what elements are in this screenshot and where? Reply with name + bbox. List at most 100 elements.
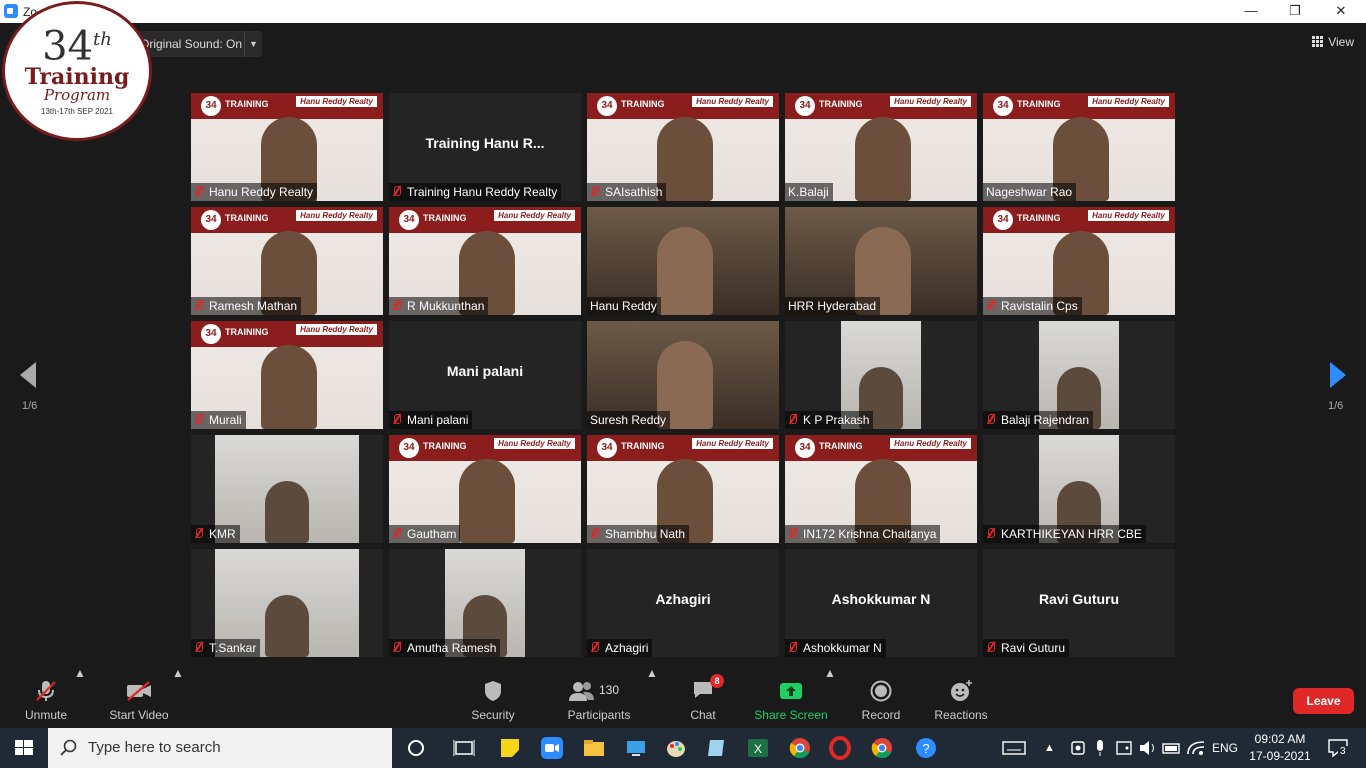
participant-tile[interactable]: Suresh Reddy [587,321,779,429]
participant-tile[interactable]: Hanu Reddy Realty SAIsathish [587,93,779,201]
zoom-app-icon [4,4,18,18]
participant-tile[interactable]: Ashokkumar N Ashokkumar N [785,549,977,657]
tile-brand: Hanu Reddy Realty [890,438,971,449]
chevron-down-icon[interactable]: ▼ [244,31,262,57]
participant-person [855,117,911,201]
taskbar-clock[interactable]: 09:02 AM 17-09-2021 [1245,731,1315,765]
file-explorer-icon[interactable] [582,736,606,760]
previous-page-arrow-icon[interactable] [18,360,38,390]
camera-tray-icon[interactable] [1066,736,1090,760]
participant-tile[interactable]: Hanu Reddy Realty Ramesh Mathan [191,207,383,315]
participant-tile[interactable]: Azhagiri Azhagiri [587,549,779,657]
participant-tile[interactable]: Hanu Reddy Realty Murali [191,321,383,429]
close-button[interactable]: ✕ [1318,1,1364,23]
participant-name: Shambhu Nath [605,527,686,541]
share-screen-button[interactable]: Share Screen [752,666,830,728]
participant-tile[interactable]: Hanu Reddy Realty R Mukkunthan [389,207,581,315]
show-hidden-icons-chevron-icon[interactable]: ▲ [1044,728,1055,768]
storage-tray-icon[interactable] [1112,736,1136,760]
participant-tile[interactable]: HRR Hyderabad [785,207,977,315]
paint-icon[interactable] [664,736,688,760]
participant-tile[interactable]: KMR [191,435,383,543]
sticky-notes-icon[interactable] [498,736,522,760]
cortana-icon[interactable] [404,736,428,760]
participant-name: Ravi Guturu [1001,641,1066,655]
participant-name: Balaji Rajendran [1001,413,1090,427]
desktop-app-icon[interactable] [624,736,648,760]
view-button[interactable]: View [1312,35,1354,49]
video-options-chevron-icon[interactable]: ▲ [172,666,184,728]
muted-mic-icon [194,528,203,539]
participant-tile[interactable]: Hanu Reddy Realty Ravistalin Cps [983,207,1175,315]
notification-count: 3 [1338,746,1348,757]
audio-options-chevron-icon[interactable]: ▲ [74,666,86,728]
participant-tile[interactable]: Hanu Reddy Realty Nageshwar Rao [983,93,1175,201]
help-icon[interactable]: ? [914,736,938,760]
participant-tile[interactable]: Hanu Reddy [587,207,779,315]
participant-name-label: KMR [191,525,240,543]
participant-tile[interactable]: Hanu Reddy Realty Hanu Reddy Realty [191,93,383,201]
muted-mic-icon [788,414,797,425]
zoom-taskbar-icon[interactable] [540,736,564,760]
participant-name: Suresh Reddy [590,413,667,427]
participant-tile[interactable]: Hanu Reddy Realty Gautham [389,435,581,543]
wifi-icon[interactable] [1184,736,1208,760]
participant-tile[interactable]: Hanu Reddy Realty K.Balaji [785,93,977,201]
leave-button[interactable]: Leave [1293,688,1354,714]
action-center-button[interactable]: 3 [1326,736,1350,760]
participant-tile[interactable]: Mani palani Mani palani [389,321,581,429]
unmute-button[interactable]: Unmute [14,666,78,728]
participant-display-name: Ashokkumar N [831,591,931,607]
participant-tile[interactable]: KARTHIKEYAN HRR CBE [983,435,1175,543]
notes-app-icon[interactable] [704,736,728,760]
start-video-button[interactable]: Start Video [104,666,174,728]
language-indicator[interactable]: ENG [1212,728,1238,768]
participant-tile[interactable]: T.Sankar [191,549,383,657]
shield-icon [485,681,501,701]
participant-name-label: Shambhu Nath [587,525,690,543]
participant-name-label: Azhagiri [587,639,653,657]
participant-display-name: Mani palani [446,363,524,379]
chat-button[interactable]: 8 Chat [684,666,724,728]
battery-icon[interactable] [1160,736,1184,760]
participant-tile[interactable]: K P Prakash [785,321,977,429]
share-chevron-icon[interactable]: ▲ [824,666,836,728]
participants-chevron-icon[interactable]: ▲ [646,666,658,728]
participant-tile[interactable]: Balaji Rajendran [983,321,1175,429]
clock-date: 17-09-2021 [1249,749,1311,763]
tile-brand: Hanu Reddy Realty [1088,96,1169,107]
microphone-tray-icon[interactable] [1088,736,1112,760]
participant-name: Murali [209,413,242,427]
maximize-button[interactable]: ❐ [1272,1,1318,23]
reactions-button[interactable]: Reactions [930,666,992,728]
participant-tile[interactable]: Hanu Reddy Realty Shambhu Nath [587,435,779,543]
security-button[interactable]: Security [464,666,522,728]
opera-icon[interactable] [828,736,852,760]
record-label: Record [861,708,901,722]
record-button[interactable]: Record [856,666,906,728]
svg-text:X: X [754,742,762,756]
windows-start-icon[interactable] [0,728,48,768]
volume-icon[interactable] [1136,736,1160,760]
participant-tile[interactable]: Amutha Ramesh [389,549,581,657]
participant-person [459,459,515,543]
taskbar-search-box[interactable]: Type here to search [48,728,392,768]
participant-tile[interactable]: Hanu Reddy Realty IN172 Krishna Chaitanya [785,435,977,543]
participants-button[interactable]: 130 Participants [562,666,636,728]
tile-brand: Hanu Reddy Realty [692,438,773,449]
task-view-icon[interactable] [452,736,476,760]
excel-icon[interactable]: X [746,736,770,760]
keyboard-icon[interactable] [1002,736,1026,760]
chrome-icon[interactable] [788,736,812,760]
muted-mic-icon [590,528,599,539]
muted-mic-icon [590,642,599,653]
minimize-button[interactable]: — [1228,1,1274,23]
logo-line1: Training [24,64,130,91]
participant-tile[interactable]: Ravi Guturu Ravi Guturu [983,549,1175,657]
next-page-arrow-icon[interactable] [1328,360,1348,390]
participant-name-label: Murali [191,411,246,429]
meeting-toolbar: Unmute ▲ Start Video ▲ Security 130 Part… [0,666,1366,728]
meeting-topbar: Original Sound: On ▼ View [0,23,1366,63]
chrome-profile-icon[interactable] [870,736,894,760]
participant-tile[interactable]: Training Hanu R... Training Hanu Reddy Re… [389,93,581,201]
